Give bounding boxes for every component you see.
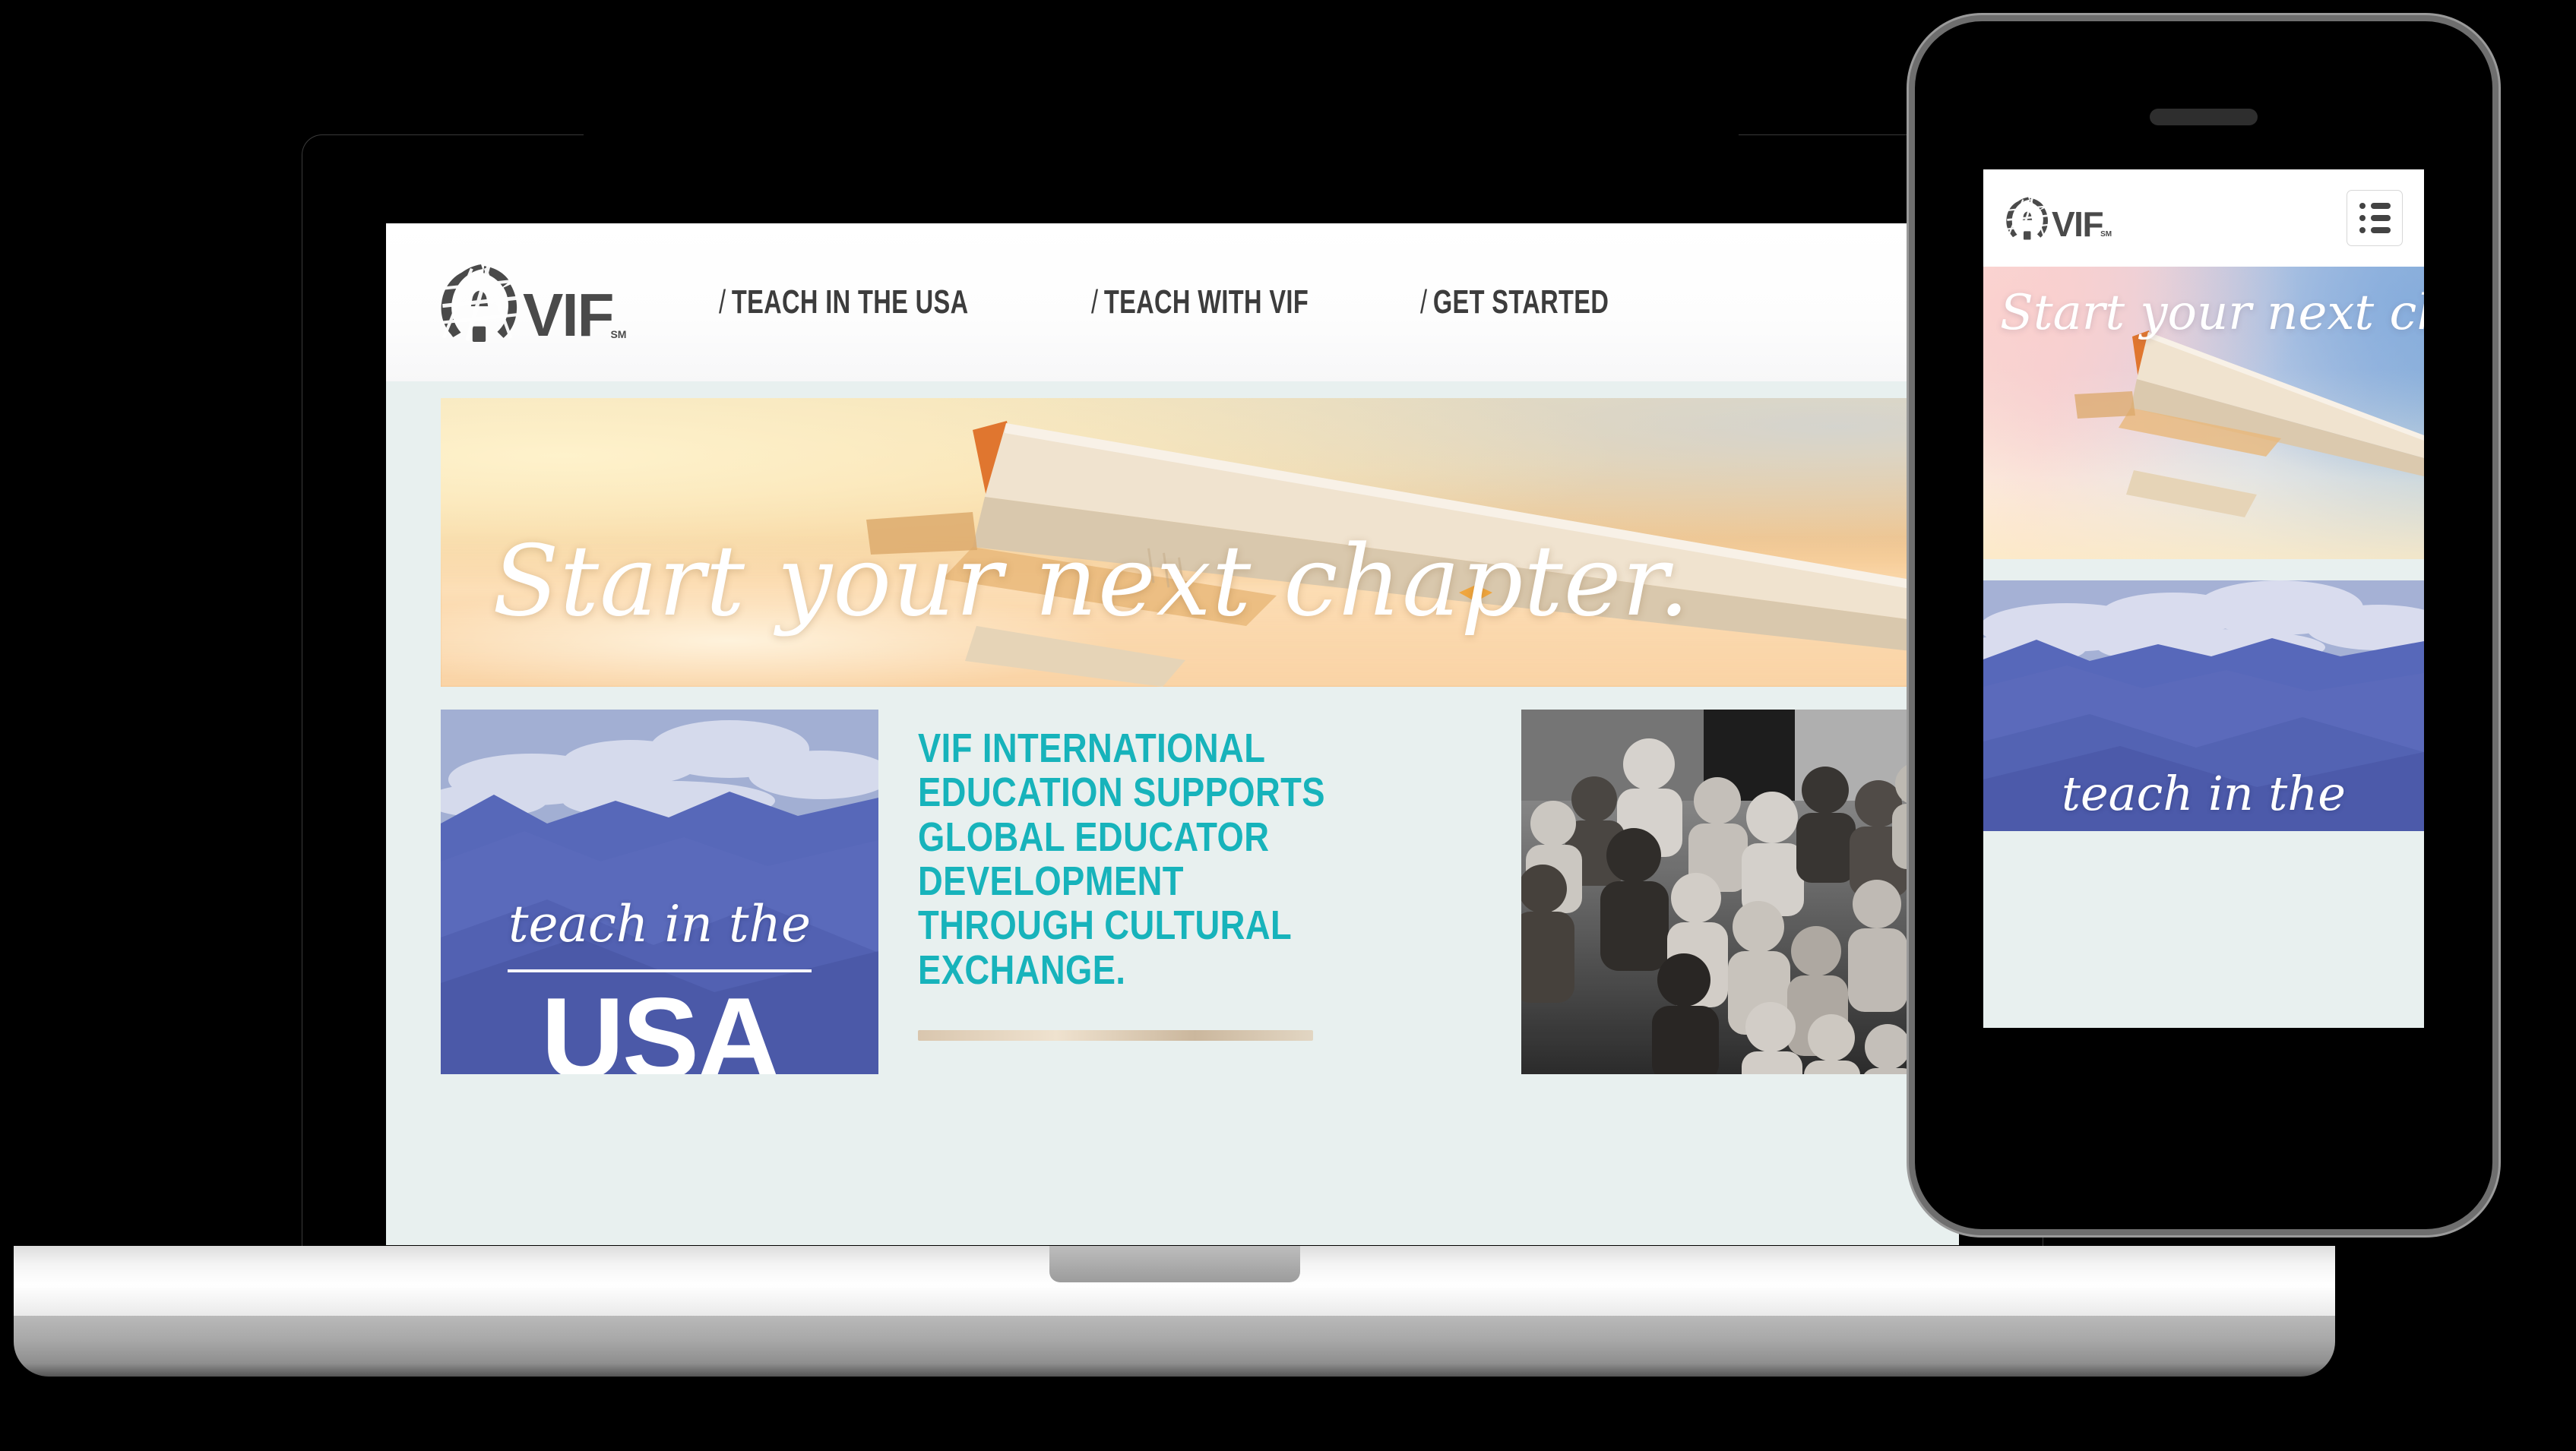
laptop-hinge-shadow (584, 97, 1739, 137)
statement-line-2: EDUCATION SUPPORTS (918, 770, 1325, 816)
mobile-menu-button[interactable] (2347, 190, 2403, 246)
list-bullet (2359, 215, 2366, 221)
hero-headline: Start your next chapter. (492, 525, 1691, 638)
list-menu-icon (2359, 203, 2391, 209)
list-line (2370, 227, 2391, 233)
mobile-logo-wordmark-text: VIF (2052, 204, 2104, 245)
card-teach-in-the-usa[interactable]: teach in the USA (441, 710, 878, 1074)
card-usa-divider (508, 969, 812, 972)
laptop-base (14, 1246, 2335, 1377)
statement-line-5: THROUGH CULTURAL (918, 903, 1293, 949)
phone-earpiece-speaker (2150, 109, 2258, 125)
statement-line-3: GLOBAL EDUCATOR (918, 814, 1270, 860)
nav-label: TEACH WITH VIF (1104, 283, 1309, 321)
group-photo-graphic (1521, 710, 1959, 1074)
mobile-logo-wordmark: VIF SM (2052, 207, 2112, 242)
globe-icon (2006, 197, 2048, 240)
list-line (2370, 215, 2391, 221)
phone-screen-viewport: VIF SM Start your next c teach in the (1983, 169, 2424, 1028)
list-bullet (2359, 227, 2366, 233)
globe-icon (441, 264, 517, 342)
site-header: VIF SM / TEACH IN THE USA / TEACH WITH VIF … (386, 223, 1959, 381)
statement-cta-button-cropped[interactable] (918, 1029, 1313, 1041)
site-logo[interactable]: VIF SM (441, 263, 627, 346)
statement-line-4: DEVELOPMENT (918, 858, 1184, 904)
main-navigation: / TEACH IN THE USA / TEACH WITH VIF / GET S… (719, 283, 1675, 321)
mobile-header: VIF SM (1983, 169, 2424, 267)
nav-item-teach-in-the-usa[interactable]: / TEACH IN THE USA (719, 283, 968, 321)
nav-item-teach-with-vif[interactable]: / TEACH WITH VIF (1091, 283, 1309, 321)
logo-wordmark-text: VIF (523, 281, 614, 349)
statement-line-1: VIF INTERNATIONAL (918, 726, 1266, 771)
card-usa-text-block: teach in the USA (441, 899, 878, 1074)
mobile-hero-headline: Start your next chapter (2000, 285, 2424, 341)
mobile-teach-section[interactable]: teach in the (1983, 580, 2424, 831)
laptop-base-front-edge (14, 1316, 2335, 1377)
statement-column: VIF INTERNATIONAL EDUCATION SUPPORTS GLO… (878, 710, 1521, 1074)
list-menu-icon-row-3 (2359, 227, 2391, 233)
laptop-screen-viewport: VIF SM / TEACH IN THE USA / TEACH WITH VIF … (386, 223, 1959, 1245)
mobile-site-logo[interactable]: VIF SM (2006, 196, 2112, 242)
nav-slash: / (1091, 283, 1099, 321)
phone-device-mockup: VIF SM Start your next c teach in the (1915, 21, 2492, 1229)
mobile-teach-script-line: teach in the (2062, 766, 2346, 821)
card-usa-script-line: teach in the (508, 895, 812, 953)
laptop-base-top-surface (14, 1246, 2335, 1317)
group-photo (1521, 710, 1959, 1074)
mobile-logo-trademark: SM (2100, 230, 2112, 239)
laptop-device-mockup: VIF SM / TEACH IN THE USA / TEACH WITH VIF … (302, 97, 2043, 1263)
nav-slash: / (1419, 283, 1428, 321)
mobile-hero-banner: Start your next chapter (1983, 267, 2424, 559)
nav-label: GET STARTED (1432, 283, 1609, 321)
hero-banner: Start your next chapter. (441, 398, 1959, 687)
laptop-base-notch (1049, 1246, 1300, 1282)
card-usa-big-line: USA (541, 974, 780, 1074)
content-row: teach in the USA VIF INTERNATIONAL EDUCA… (441, 710, 1959, 1074)
list-menu-icon-row-2 (2359, 215, 2391, 221)
statement-line-6: EXCHANGE. (918, 947, 1126, 993)
list-bullet (2359, 203, 2366, 209)
list-line (2370, 203, 2391, 209)
nav-label: TEACH IN THE USA (732, 283, 969, 321)
logo-wordmark: VIF SM (523, 285, 627, 346)
logo-trademark: SM (610, 327, 627, 340)
statement-headline: VIF INTERNATIONAL EDUCATION SUPPORTS GLO… (918, 726, 1521, 992)
nav-item-get-started[interactable]: / GET STARTED (1420, 283, 1609, 321)
nav-slash: / (719, 283, 726, 321)
